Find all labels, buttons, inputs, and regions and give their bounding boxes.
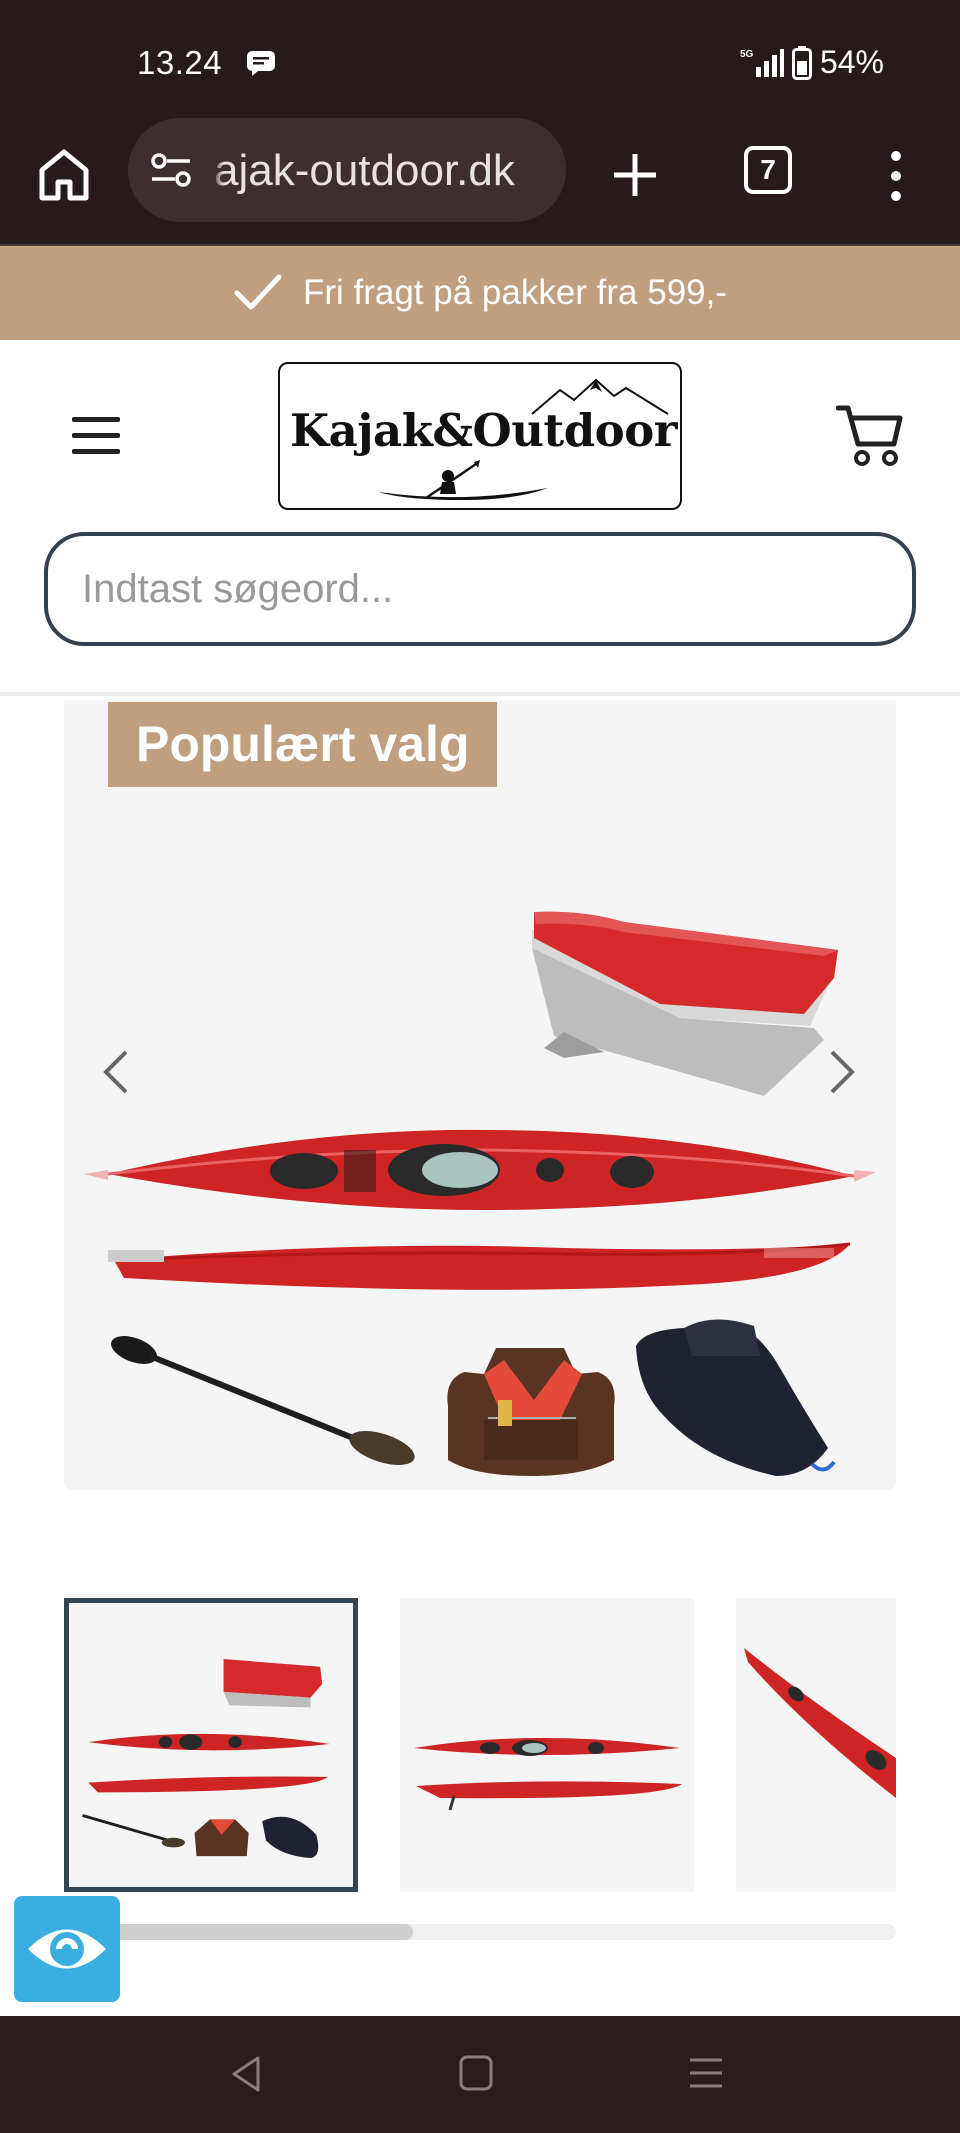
site-logo[interactable]: Kajak&Outdoor [278, 362, 682, 510]
menu-icon[interactable] [70, 415, 122, 457]
site-settings-icon[interactable] [150, 150, 192, 190]
logo-text: Kajak&Outdoor [290, 404, 677, 457]
chevron-left-icon[interactable] [100, 1048, 130, 1096]
url-text[interactable]: ajak-outdoor.dk [214, 146, 554, 196]
chevron-right-icon[interactable] [828, 1048, 858, 1096]
network-type: 5G [740, 49, 754, 60]
promo-text: Fri fragt på pakker fra 599,- [302, 273, 728, 312]
search-field[interactable] [44, 532, 916, 646]
seat-pad-product [532, 911, 838, 1096]
back-icon[interactable] [228, 2054, 264, 2094]
spray-skirt-product [636, 1319, 836, 1476]
search-input[interactable] [48, 536, 912, 642]
check-icon [234, 274, 282, 310]
kayak-top-view [84, 1129, 876, 1210]
thumbnail-2[interactable] [400, 1598, 694, 1892]
status-indicators: 5G 54% [740, 44, 884, 81]
paddle-product [111, 1336, 415, 1465]
thumbnail-strip[interactable] [64, 1598, 896, 1892]
popular-badge: Populært valg [108, 702, 498, 787]
url-fade [212, 138, 224, 202]
home-icon[interactable] [34, 144, 94, 204]
kayak-side-view [108, 1242, 851, 1290]
battery-percent: 54% [819, 44, 884, 80]
thumbnail-scrollbar[interactable] [64, 1924, 896, 1940]
system-nav-bar [0, 2016, 960, 2133]
site-header: Kajak&Outdoor [0, 340, 960, 696]
status-bar: 13.24 5G 54% [0, 0, 960, 118]
battery-icon [791, 45, 812, 80]
product-main-image[interactable] [64, 800, 896, 1490]
life-vest-product [447, 1348, 615, 1476]
product-gallery[interactable]: Populært valg [64, 700, 896, 1490]
home-square-icon[interactable] [458, 2054, 494, 2092]
plus-icon[interactable] [608, 148, 662, 202]
message-icon [247, 51, 275, 76]
recents-icon[interactable] [688, 2056, 724, 2090]
eye-icon [28, 1929, 106, 1969]
accessibility-button[interactable] [14, 1896, 120, 2002]
url-bar-inner[interactable]: ajak-outdoor.dk [128, 118, 566, 222]
browser-toolbar: ajak-outdoor.dk 7 [0, 118, 960, 246]
more-vert-icon[interactable] [878, 148, 914, 204]
promo-banner: Fri fragt på pakker fra 599,- [0, 246, 960, 340]
status-time: 13.24 [137, 44, 223, 81]
thumbnail-1[interactable] [64, 1598, 358, 1892]
kayak-paddler-logo-graphic [378, 460, 548, 500]
signal-icon: 5G [740, 48, 784, 77]
tab-switcher-button[interactable]: 7 [744, 146, 792, 194]
cart-icon[interactable] [836, 402, 904, 468]
thumbnail-3[interactable] [736, 1598, 896, 1892]
